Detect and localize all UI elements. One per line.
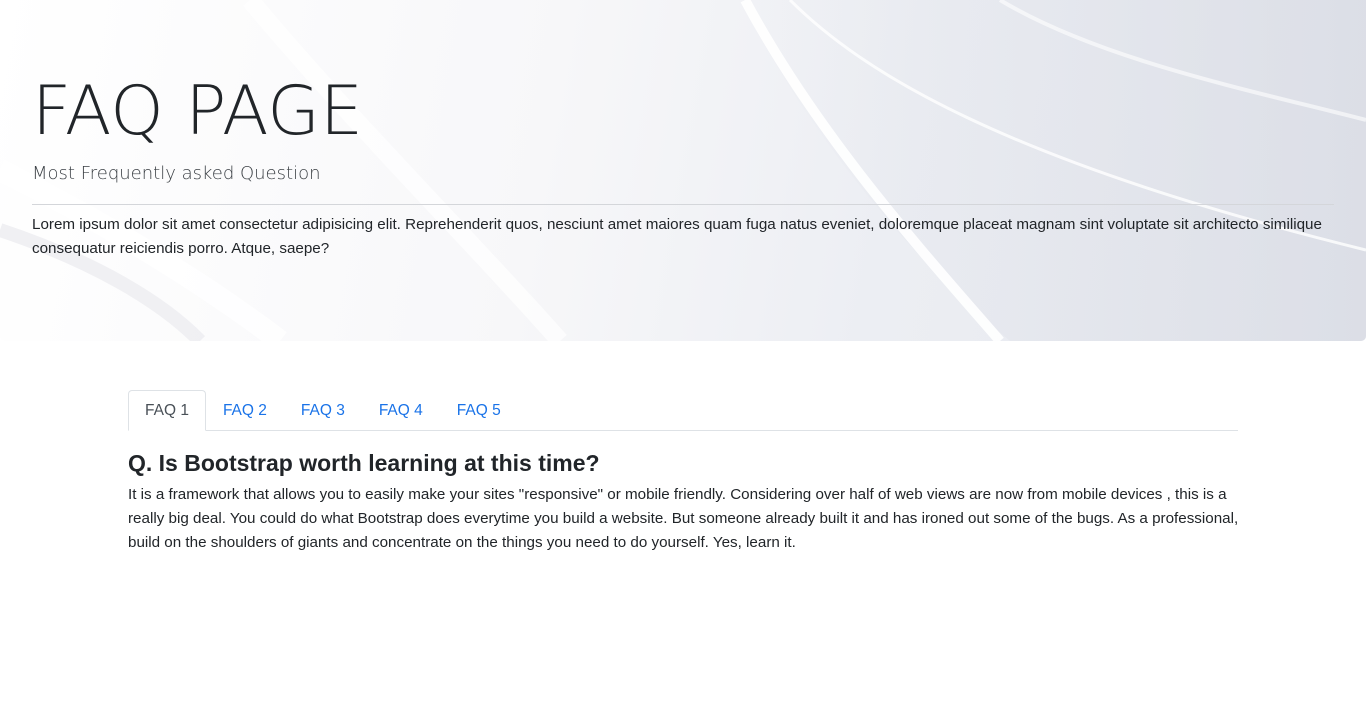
page-title: FAQ PAGE xyxy=(32,72,363,151)
faq-question: Q. Is Bootstrap worth learning at this t… xyxy=(128,450,600,476)
tab-label: FAQ 3 xyxy=(300,401,345,419)
hero-divider xyxy=(32,204,1334,205)
tab-label: FAQ 2 xyxy=(222,401,267,419)
faq-tabs: FAQ 1 FAQ 2 FAQ 3 FAQ 4 FAQ 5 xyxy=(128,389,1238,431)
tab-faq-2[interactable]: FAQ 2 xyxy=(206,390,284,431)
tab-faq-3[interactable]: FAQ 3 xyxy=(284,390,362,431)
tab-label: FAQ 4 xyxy=(378,401,423,419)
tab-faq-5[interactable]: FAQ 5 xyxy=(440,390,518,431)
faq-answer: It is a framework that allows you to eas… xyxy=(128,486,1239,551)
hero-banner: FAQ PAGE Most Frequently asked Question … xyxy=(0,0,1366,341)
tab-faq-1[interactable]: FAQ 1 xyxy=(128,390,206,431)
hero-description: Lorem ipsum dolor sit amet consectetur a… xyxy=(32,216,1322,257)
page-subtitle: Most Frequently asked Question xyxy=(32,163,321,184)
tab-label: FAQ 5 xyxy=(456,401,501,419)
tab-faq-4[interactable]: FAQ 4 xyxy=(362,390,440,431)
tab-label: FAQ 1 xyxy=(145,401,189,419)
